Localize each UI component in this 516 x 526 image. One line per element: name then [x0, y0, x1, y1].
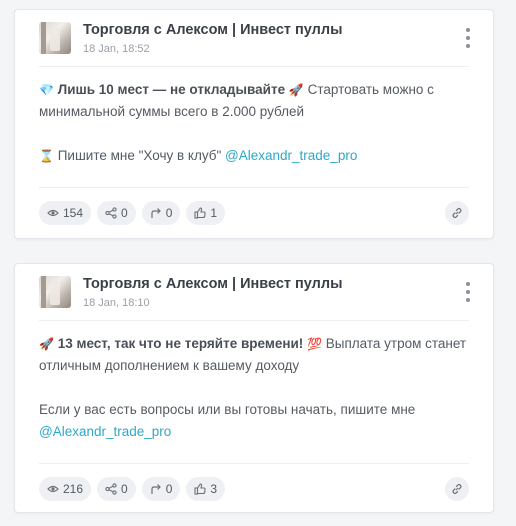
post-text: 💎 Лишь 10 мест — не откладывайте 🚀 Старт…	[39, 79, 471, 167]
kebab-menu-icon[interactable]	[465, 282, 471, 302]
eye-icon	[47, 209, 59, 217]
divider	[39, 66, 469, 67]
divider	[39, 463, 469, 464]
thumbs-up-icon	[194, 207, 206, 219]
rocket-emoji: 🚀	[288, 83, 304, 97]
hundred-emoji: 💯	[307, 337, 322, 351]
shares-count: 0	[121, 482, 128, 496]
post-stats: 216 0 0 3	[39, 477, 469, 501]
forwards-count: 0	[165, 482, 173, 496]
channel-name[interactable]: Торговля с Алексом | Инвест пуллы	[83, 22, 342, 38]
gem-emoji: 💎	[39, 83, 54, 97]
kebab-menu-icon[interactable]	[465, 28, 471, 48]
views-counter[interactable]: 216	[39, 477, 92, 501]
forward-icon	[151, 484, 161, 494]
post-cta-text: Если у вас есть вопросы или вы готовы на…	[39, 402, 416, 417]
forwards-counter[interactable]: 0	[141, 477, 181, 501]
channel-avatar[interactable]	[39, 22, 71, 54]
divider	[39, 187, 469, 188]
reactions-count: 3	[210, 482, 218, 496]
shares-counter[interactable]: 0	[97, 477, 136, 501]
post-date: 18 Jan, 18:10	[83, 297, 150, 309]
shares-counter[interactable]: 0	[97, 201, 136, 225]
copy-link-button[interactable]	[445, 477, 469, 501]
reactions-count: 1	[210, 206, 218, 220]
copy-link-button[interactable]	[445, 201, 469, 225]
channel-avatar[interactable]	[39, 276, 71, 308]
post-card: Торговля с Алексом | Инвест пуллы 18 Jan…	[14, 263, 494, 513]
post-date: 18 Jan, 18:52	[83, 43, 150, 55]
share-icon	[105, 483, 117, 495]
views-count: 154	[63, 206, 84, 220]
link-icon	[452, 483, 462, 495]
share-icon	[105, 207, 117, 219]
post-card: Торговля с Алексом | Инвест пуллы 18 Jan…	[14, 9, 494, 239]
views-count: 216	[63, 482, 84, 496]
forwards-counter[interactable]: 0	[141, 201, 181, 225]
channel-name[interactable]: Торговля с Алексом | Инвест пуллы	[83, 276, 342, 292]
shares-count: 0	[121, 206, 128, 220]
post-headline: 13 мест, так что не теряйте времени!	[57, 336, 304, 351]
post-cta-text: Пишите мне "Хочу в клуб"	[57, 148, 226, 163]
mention-link[interactable]: @Alexandr_trade_pro	[39, 424, 171, 439]
forwards-count: 0	[165, 206, 173, 220]
thumbs-up-icon	[194, 483, 206, 495]
divider	[39, 320, 469, 321]
rocket-emoji: 🚀	[39, 337, 54, 351]
post-stats: 154 0 0 1	[39, 201, 469, 225]
views-counter[interactable]: 154	[39, 201, 92, 225]
forward-icon	[151, 208, 161, 218]
hourglass-emoji: ⌛	[39, 149, 54, 163]
reactions-counter[interactable]: 1	[186, 201, 226, 225]
link-icon	[452, 207, 462, 219]
eye-icon	[47, 485, 59, 493]
post-headline: Лишь 10 мест — не откладывайте	[57, 82, 286, 97]
reactions-counter[interactable]: 3	[186, 477, 226, 501]
mention-link[interactable]: @Alexandr_trade_pro	[225, 148, 357, 163]
post-text: 🚀 13 мест, так что не теряйте времени! 💯…	[39, 333, 471, 443]
